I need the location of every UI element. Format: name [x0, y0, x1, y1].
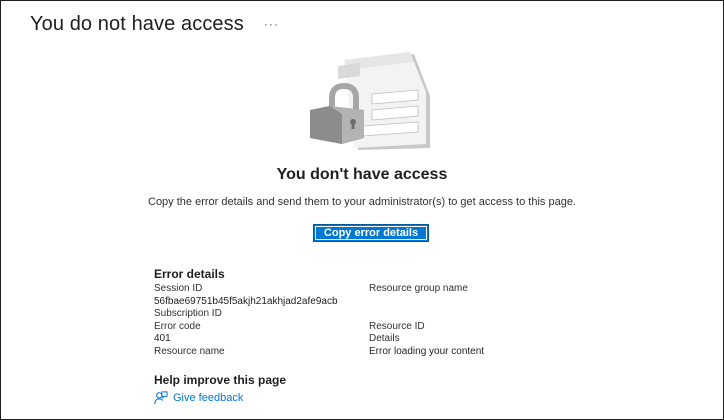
error-details-right-column: Resource group name Resource ID Details …	[369, 283, 569, 359]
error-code-label: Error code	[154, 320, 201, 332]
resource-id-label: Resource ID	[369, 320, 425, 332]
access-instructions: Copy the error details and send them to …	[148, 196, 576, 208]
details-label: Details	[369, 333, 400, 345]
access-headline: You don't have access	[276, 166, 448, 183]
details-value: Error loading your content	[369, 345, 485, 357]
error-details-title: Error details	[154, 267, 225, 281]
error-details-section: Error details Session ID 56fbae69751b45f…	[154, 267, 574, 359]
give-feedback-label: Give feedback	[173, 392, 244, 404]
copy-error-details-button[interactable]: Copy error details	[313, 224, 429, 242]
subscription-id-label: Subscription ID	[154, 308, 222, 320]
resource-name-label: Resource name	[154, 345, 225, 357]
error-code-value: 401	[154, 333, 171, 345]
more-icon[interactable]: ···	[262, 14, 281, 34]
lock-illustration-icon	[310, 52, 430, 150]
error-details-left-column: Session ID 56fbae69751b45f5akjh21akhjad2…	[154, 283, 369, 359]
give-feedback-link[interactable]: Give feedback	[154, 391, 243, 405]
page-title: You do not have access	[30, 12, 244, 35]
help-improve-title: Help improve this page	[154, 373, 287, 387]
page-header: You do not have access ···	[30, 10, 281, 38]
resource-group-name-label: Resource group name	[369, 283, 468, 294]
session-id-label: Session ID	[154, 283, 203, 294]
feedback-person-icon	[154, 391, 168, 405]
session-id-value: 56fbae69751b45f5akjh21akhjad2afe9acb	[154, 295, 338, 307]
